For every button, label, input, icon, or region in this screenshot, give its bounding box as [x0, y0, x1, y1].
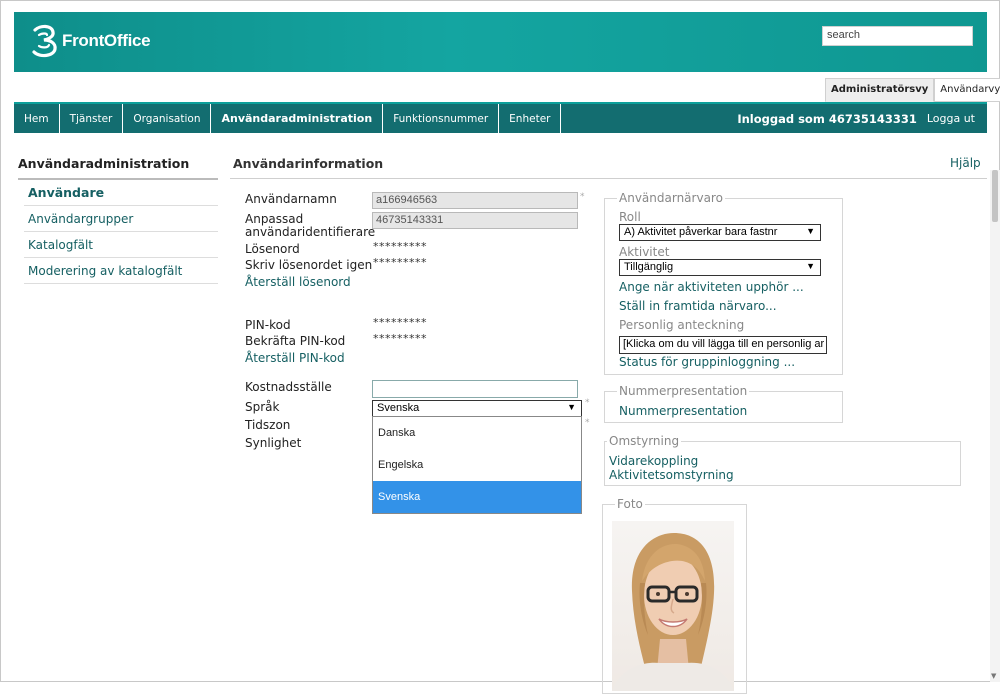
language-option-danish[interactable]: Danska	[373, 417, 581, 449]
sidebar-item-users[interactable]: Användare	[24, 180, 218, 206]
activity-redirect-link[interactable]: Aktivitetsomstyrning	[609, 468, 734, 482]
username-field: a166946563	[372, 192, 578, 209]
presence-legend: Användarnärvaro	[617, 191, 725, 205]
redirect-section: Omstyrning Vidarekoppling Aktivitetsomst…	[604, 434, 961, 486]
timezone-label: Tidszon	[245, 418, 291, 432]
redirect-legend: Omstyrning	[607, 434, 682, 448]
password-confirm-field[interactable]: *********	[373, 256, 427, 269]
number-presentation-section: Nummerpresentation Nummerpresentation	[604, 384, 843, 423]
password-confirm-label: Skriv lösenordet igen	[245, 258, 373, 272]
required-mark-language: *	[585, 398, 590, 408]
chevron-down-icon: ▼	[806, 226, 815, 236]
nav-organisation[interactable]: Organisation	[123, 104, 212, 133]
sidebar-item-field-moderation[interactable]: Moderering av katalogfält	[24, 258, 218, 284]
scroll-down-icon[interactable]: ▼	[991, 672, 996, 680]
activity-select[interactable]: Tillgänglig ▼	[619, 259, 821, 276]
chevron-down-icon: ▼	[806, 261, 815, 271]
language-option-english[interactable]: Engelska	[373, 449, 581, 481]
user-view-tab[interactable]: Användarvy	[934, 78, 1000, 102]
number-presentation-legend: Nummerpresentation	[617, 384, 750, 398]
username-label: Användarnamn	[245, 192, 337, 206]
language-dropdown-list: Danska Engelska Svenska	[372, 416, 582, 514]
sidebar-title: Användaradministration	[18, 156, 190, 171]
role-select[interactable]: A) Aktivitet påverkar bara fastnr ▼	[619, 224, 821, 241]
visibility-label: Synlighet	[245, 436, 302, 450]
pin-confirm-label: Bekräfta PIN-kod	[245, 334, 346, 348]
pin-confirm-field[interactable]: *********	[373, 332, 427, 345]
language-option-swedish[interactable]: Svenska	[373, 481, 581, 513]
nav-devices[interactable]: Enheter	[499, 104, 562, 133]
language-label: Språk	[245, 400, 280, 414]
help-link[interactable]: Hjälp	[950, 156, 981, 170]
header-banner: FrontOffice search	[14, 12, 987, 72]
personal-note-label: Personlig anteckning	[619, 318, 745, 332]
sidebar-menu: Användare Användargrupper Katalogfält Mo…	[24, 180, 218, 284]
photo-legend: Foto	[615, 497, 645, 511]
reset-pin-link[interactable]: Återställ PIN-kod	[245, 351, 345, 365]
reset-password-link[interactable]: Återställ lösenord	[245, 275, 351, 289]
future-presence-link[interactable]: Ställ in framtida närvaro...	[619, 299, 777, 313]
required-mark: *	[580, 192, 585, 202]
role-label: Roll	[619, 210, 641, 224]
language-select[interactable]: Svenska ▼	[372, 400, 582, 417]
logout-link[interactable]: Logga ut	[927, 112, 987, 125]
nav-services[interactable]: Tjänster	[60, 104, 124, 133]
nav-home[interactable]: Hem	[14, 104, 60, 133]
cost-center-input[interactable]	[372, 380, 578, 398]
main-nav: Hem Tjänster Organisation Användaradmini…	[14, 102, 987, 133]
custom-id-field: 46735143331	[372, 212, 578, 229]
group-login-link[interactable]: Status för gruppinloggning ...	[619, 355, 795, 369]
logo-text: FrontOffice	[62, 31, 151, 50]
activity-end-link[interactable]: Ange när aktiviteten upphör ...	[619, 280, 804, 294]
scroll-thumb[interactable]	[992, 170, 998, 222]
sidebar-item-user-groups[interactable]: Användargrupper	[24, 206, 218, 232]
logo[interactable]: FrontOffice	[30, 24, 151, 58]
activity-label: Aktivitet	[619, 245, 670, 259]
main-divider	[230, 178, 987, 179]
user-photo[interactable]	[612, 521, 734, 691]
required-mark-timezone: *	[585, 418, 590, 428]
page-scrollbar[interactable]: ▼	[990, 170, 1000, 682]
number-presentation-link[interactable]: Nummerpresentation	[619, 404, 747, 418]
three-logo-icon	[32, 24, 57, 58]
cost-center-label: Kostnadsställe	[245, 380, 332, 394]
password-label: Lösenord	[245, 242, 300, 256]
personal-note-input[interactable]: [Klicka om du vill lägga till en personl…	[619, 336, 827, 354]
sidebar-item-directory-fields[interactable]: Katalogfält	[24, 232, 218, 258]
logged-in-user: Inloggad som 46735143331	[737, 111, 917, 126]
presence-section: Användarnärvaro Roll A) Aktivitet påverk…	[604, 191, 843, 375]
nav-user-admin[interactable]: Användaradministration	[211, 104, 384, 133]
forwarding-link[interactable]: Vidarekoppling	[609, 454, 698, 468]
nav-function-numbers[interactable]: Funktionsnummer	[383, 104, 500, 133]
view-switch: Administratörsvy Användarvy	[825, 78, 1000, 102]
admin-view-tab[interactable]: Administratörsvy	[825, 78, 935, 102]
page-title: Användarinformation	[233, 156, 384, 171]
pin-field[interactable]: *********	[373, 316, 427, 329]
search-input[interactable]: search	[822, 26, 973, 46]
chevron-down-icon: ▼	[567, 402, 576, 412]
password-field[interactable]: *********	[373, 240, 427, 253]
custom-id-label: Anpassad användaridentifierare	[245, 212, 376, 239]
portrait-image	[612, 533, 734, 691]
pin-label: PIN-kod	[245, 318, 291, 332]
